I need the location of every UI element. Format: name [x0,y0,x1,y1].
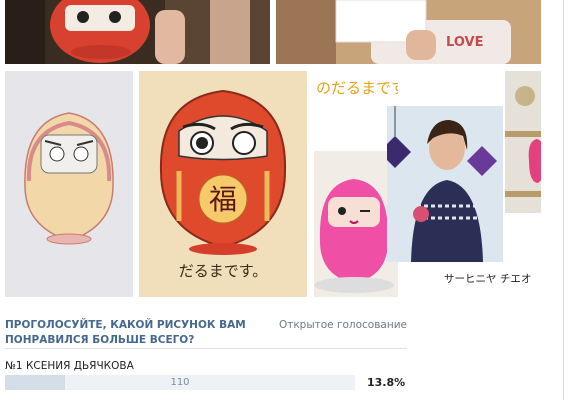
poll-option-label[interactable]: №1 КСЕНИЯ ДЬЯЧКОВА [5,360,134,372]
photo-colored-daruma[interactable]: 福 だるまです。 [139,71,307,297]
daruma-caption: だるまです。 [179,262,268,280]
photo-woman-holding-daruma[interactable] [387,106,503,262]
banner-text: のだるまです。 [316,79,398,97]
love-text: LOVE [446,35,483,50]
photo-pink-daruma[interactable]: のだるまです。 [314,71,398,297]
poll-option-count: 110 [170,377,190,388]
poll-type-label: Открытое голосование [278,319,407,331]
photo-girl-with-daruma[interactable] [5,0,270,64]
content-right-border [563,0,564,400]
poll-title: ПРОГОЛОСУЙТЕ, КАКОЙ РИСУНОК ВАМ ПОНРАВИЛ… [5,319,246,346]
poll-option-percent: 13.8% [367,376,406,389]
photo-girl-love-shirt[interactable]: LOVE [276,0,541,64]
photo-caption-cut: サーヒニヤ チエオ [444,273,532,285]
photo-shelf-dolls[interactable] [505,71,541,213]
fortune-kanji: 福 [209,183,237,216]
poll-divider [5,348,407,349]
photo-pencil-daruma[interactable] [5,71,133,297]
poll-option-bar[interactable]: 110 [5,375,355,390]
